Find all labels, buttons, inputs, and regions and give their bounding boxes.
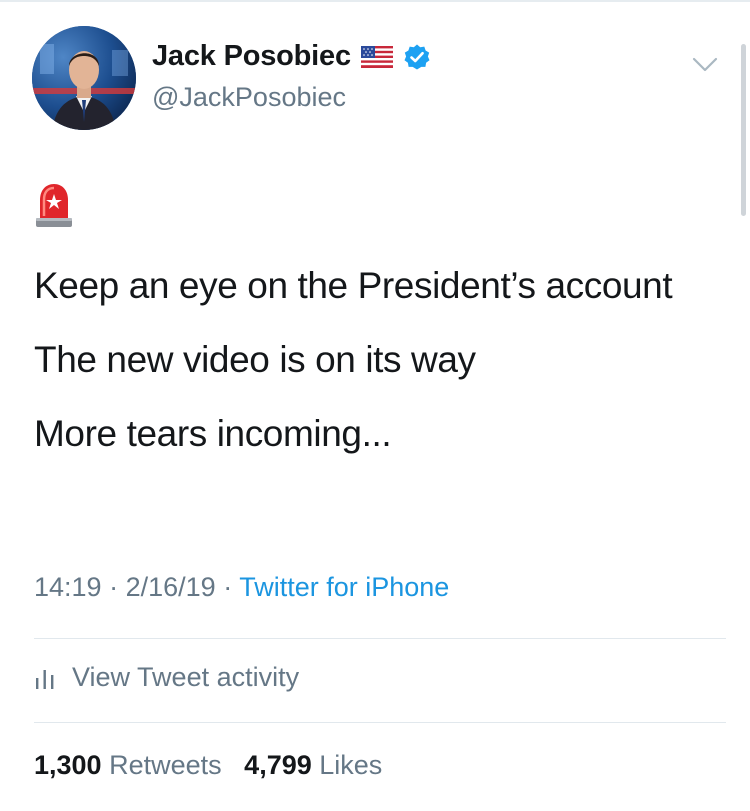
meta-separator: ·: [223, 572, 233, 602]
scrollbar[interactable]: [741, 44, 746, 216]
siren-icon: [36, 184, 72, 227]
tweet-line: Keep an eye on the President’s account: [34, 265, 673, 306]
likes-stat[interactable]: 4,799 Likes: [244, 750, 382, 780]
likes-label: Likes: [319, 750, 383, 780]
tweet-header: Jack Posobiec @JackPosobiec: [32, 26, 732, 136]
tweet-meta: 14:19 · 2/16/19 · Twitter for iPhone: [34, 572, 449, 603]
avatar[interactable]: [32, 26, 136, 130]
us-flag-icon: [360, 45, 393, 68]
top-divider: [0, 0, 750, 2]
likes-count: 4,799: [244, 750, 312, 780]
tweet-line: The new video is on its way: [34, 339, 476, 380]
retweets-stat[interactable]: 1,300 Retweets: [34, 750, 222, 780]
name-row: Jack Posobiec: [152, 40, 431, 73]
retweets-label: Retweets: [109, 750, 222, 780]
activity-bars-icon: [36, 669, 54, 689]
view-activity-button[interactable]: View Tweet activity: [34, 662, 299, 693]
tweet-time: 14:19: [34, 572, 102, 602]
chevron-down-icon[interactable]: [692, 56, 718, 74]
tweet-body: Keep an eye on the President’s account T…: [34, 256, 724, 478]
display-name[interactable]: Jack Posobiec: [152, 40, 351, 73]
divider: [34, 722, 726, 723]
tweet-source-link[interactable]: Twitter for iPhone: [239, 572, 449, 602]
tweet-detail-view: Jack Posobiec @JackPosobiec Keep an eye …: [0, 0, 750, 811]
tweet-line: More tears incoming...: [34, 413, 392, 454]
retweets-count: 1,300: [34, 750, 102, 780]
divider: [34, 638, 726, 639]
meta-separator: ·: [109, 572, 119, 602]
tweet-stats: 1,300 Retweets 4,799 Likes: [34, 750, 382, 781]
verified-badge-icon: [404, 44, 430, 69]
view-activity-label: View Tweet activity: [72, 662, 300, 692]
tweet-date: 2/16/19: [125, 572, 216, 602]
handle[interactable]: @JackPosobiec: [152, 82, 346, 113]
